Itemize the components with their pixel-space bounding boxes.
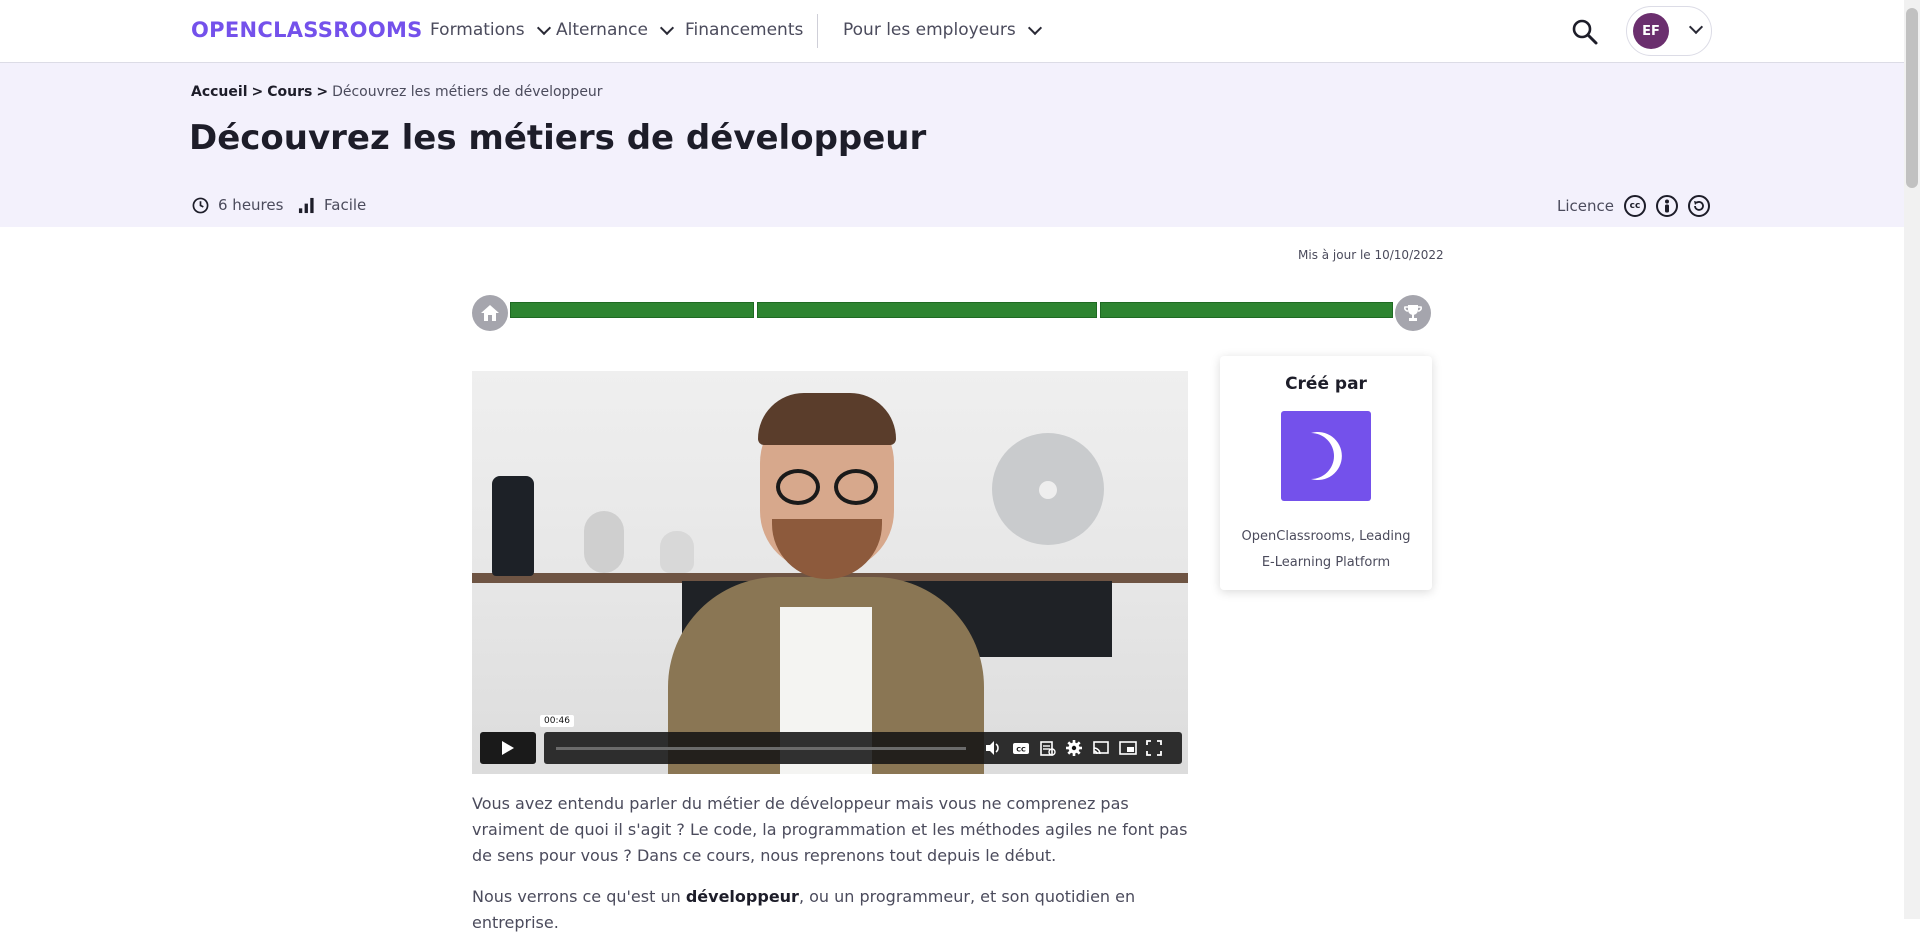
breadcrumb-current: Découvrez les métiers de développeur bbox=[332, 84, 603, 100]
nav-employeurs-label: Pour les employeurs bbox=[843, 20, 1016, 40]
updated-date: Mis à jour le 10/10/2022 bbox=[1298, 248, 1444, 262]
play-button[interactable] bbox=[480, 732, 536, 764]
video-controls: 00:46 CC bbox=[472, 715, 1188, 774]
chevron-down-icon bbox=[536, 20, 551, 35]
description-bold-text: développeur bbox=[685, 887, 799, 906]
nav-alternance-label: Alternance bbox=[556, 20, 648, 40]
scrollbar-thumb[interactable] bbox=[1906, 8, 1918, 188]
nav-formations-label: Formations bbox=[430, 20, 525, 40]
progress-end[interactable] bbox=[1395, 295, 1431, 331]
video-scene-vase bbox=[492, 476, 534, 576]
nav-formations[interactable]: Formations bbox=[430, 20, 551, 40]
author-heading: Créé par bbox=[1285, 374, 1367, 394]
video-time-tooltip: 00:46 bbox=[540, 715, 574, 727]
user-menu-button[interactable]: EF bbox=[1626, 6, 1712, 56]
author-name-line: E-Learning Platform bbox=[1261, 555, 1391, 570]
description-text: Nous verrons ce qu'est un bbox=[472, 887, 686, 906]
course-difficulty: Facile bbox=[298, 196, 366, 214]
course-description-paragraph: Nous verrons ce qu'est un développeur, o… bbox=[472, 884, 1190, 936]
difficulty-bars-icon bbox=[298, 197, 314, 213]
video-presenter-glasses bbox=[776, 469, 820, 505]
volume-icon[interactable] bbox=[984, 739, 1002, 757]
chevron-down-icon bbox=[1688, 19, 1704, 35]
svg-text:CC: CC bbox=[1016, 746, 1026, 754]
breadcrumb-cours[interactable]: Cours bbox=[267, 84, 312, 100]
progress-segment-2[interactable] bbox=[757, 302, 1097, 318]
nav-alternance[interactable]: Alternance bbox=[556, 20, 675, 40]
breadcrumb-accueil[interactable]: Accueil bbox=[191, 84, 248, 100]
cast-icon[interactable] bbox=[1092, 739, 1110, 757]
video-presenter-beard bbox=[772, 519, 882, 579]
breadcrumb-separator: > bbox=[316, 84, 329, 100]
trophy-icon bbox=[1404, 305, 1422, 321]
fullscreen-icon[interactable] bbox=[1145, 739, 1163, 757]
progress-segment-3[interactable] bbox=[1100, 302, 1393, 318]
home-icon bbox=[481, 305, 499, 321]
difficulty-text: Facile bbox=[324, 196, 367, 214]
chevron-down-icon bbox=[1027, 20, 1042, 35]
search-button[interactable] bbox=[1570, 17, 1600, 47]
nav-financements[interactable]: Financements bbox=[685, 20, 803, 40]
avatar: EF bbox=[1633, 13, 1669, 49]
settings-icon[interactable] bbox=[1065, 739, 1083, 757]
nav-pour-les-employeurs[interactable]: Pour les employeurs bbox=[843, 20, 1042, 40]
chevron-down-icon bbox=[659, 20, 675, 35]
search-icon bbox=[1572, 19, 1598, 45]
cc-icon[interactable]: cc bbox=[1624, 195, 1646, 217]
duration-text: 6 heures bbox=[218, 196, 284, 214]
licence-label: Licence bbox=[1557, 197, 1614, 215]
course-intro-video[interactable]: 00:46 CC bbox=[472, 371, 1188, 774]
clock-icon bbox=[192, 197, 209, 213]
openclassrooms-logo-icon bbox=[1311, 432, 1342, 480]
video-scene-vase bbox=[660, 531, 694, 573]
by-icon[interactable] bbox=[1656, 195, 1678, 217]
video-scene-vase bbox=[584, 511, 624, 573]
captions-icon[interactable]: CC bbox=[1012, 739, 1030, 757]
course-duration: 6 heures bbox=[192, 196, 283, 214]
nav-divider bbox=[817, 14, 818, 48]
openclassrooms-author-logo[interactable] bbox=[1281, 411, 1371, 501]
author-name[interactable]: OpenClassrooms, Leading E-Learning Platf… bbox=[1238, 524, 1414, 576]
author-name-line: OpenClassrooms, Leading bbox=[1241, 529, 1411, 544]
course-description-paragraph: Vous avez entendu parler du métier de dé… bbox=[472, 794, 1188, 865]
nd-icon[interactable] bbox=[1688, 195, 1710, 217]
progress-start[interactable] bbox=[472, 295, 508, 331]
video-scene-disc-hole bbox=[1039, 481, 1057, 499]
top-navigation-bar: OPENCLASSROOMS Formations Alternance Fin… bbox=[0, 0, 1904, 63]
openclassrooms-logo[interactable]: OPENCLASSROOMS bbox=[191, 18, 423, 42]
video-progress-track[interactable] bbox=[556, 747, 966, 750]
author-card: Créé par OpenClassrooms, Leading E-Learn… bbox=[1220, 356, 1432, 590]
nav-financements-label: Financements bbox=[685, 20, 804, 40]
page-title: Découvrez les métiers de développeur bbox=[189, 118, 927, 158]
breadcrumb: Accueil > Cours > Découvrez les métiers de d… bbox=[191, 84, 603, 100]
video-presenter-hair bbox=[758, 393, 896, 445]
progress-segment-1[interactable] bbox=[510, 302, 754, 318]
play-icon bbox=[502, 741, 514, 755]
transcript-icon[interactable] bbox=[1039, 739, 1057, 757]
video-presenter-glasses bbox=[834, 469, 878, 505]
breadcrumb-separator: > bbox=[251, 84, 264, 100]
picture-in-picture-icon[interactable] bbox=[1119, 739, 1137, 757]
